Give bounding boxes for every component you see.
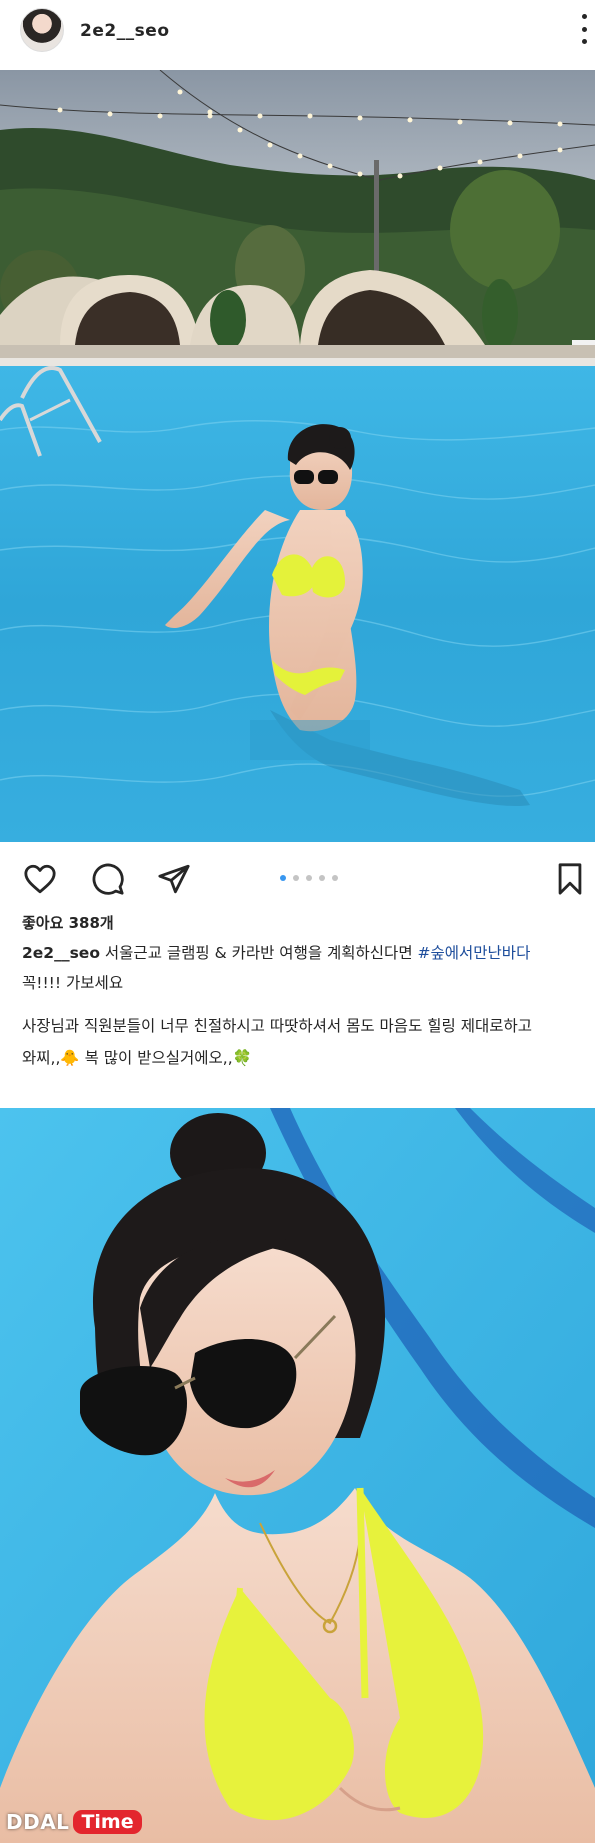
post-caption-body: 사장님과 직원분들이 너무 친절하시고 따땃하셔서 몸도 마음도 힐링 제대로하… bbox=[22, 1010, 592, 1074]
instagram-post-screenshot: 2e2__seo 좋아요 388개 2e2__seo 서울근교 글램핑 & 카라… bbox=[0, 0, 595, 1843]
carousel-dot bbox=[293, 875, 299, 881]
carousel-dot bbox=[332, 875, 338, 881]
carousel-dot bbox=[280, 875, 286, 881]
avatar[interactable] bbox=[20, 8, 64, 52]
username-link[interactable]: 2e2__seo bbox=[80, 21, 170, 41]
carousel-dots bbox=[280, 875, 338, 881]
watermark-brand-part2: Time bbox=[73, 1810, 142, 1834]
watermark-brand-part1: DDAL bbox=[6, 1810, 70, 1834]
carousel-dot bbox=[306, 875, 312, 881]
ddaltime-watermark-logo: DDAL Time bbox=[6, 1806, 142, 1838]
caption-body-line2: 와찌,,🐥 복 많이 받으실거에오,,🍀 bbox=[22, 1049, 252, 1067]
post-caption: 2e2__seo 서울근교 글램핑 & 카라반 여행을 계획하신다면 #숲에서만… bbox=[22, 938, 592, 998]
caption-text: 서울근교 글램핑 & 카라반 여행을 계획하신다면 bbox=[99, 944, 418, 962]
bookmark-outline-icon[interactable] bbox=[555, 862, 585, 896]
caption-hashtag[interactable]: #숲에서만난바다 bbox=[418, 944, 531, 962]
comment-bubble-icon[interactable] bbox=[90, 862, 126, 896]
post-header: 2e2__seo bbox=[0, 0, 595, 70]
paper-plane-icon[interactable] bbox=[156, 862, 192, 896]
likes-count[interactable]: 좋아요 388개 bbox=[22, 912, 114, 933]
post-photo-pool[interactable] bbox=[0, 70, 595, 842]
carousel-dot bbox=[319, 875, 325, 881]
more-vertical-icon[interactable] bbox=[576, 14, 592, 44]
post-action-bar bbox=[0, 842, 595, 908]
caption-line2: 꼭!!!! 가보세요 bbox=[22, 974, 124, 992]
post-photo-selfie[interactable] bbox=[0, 1108, 595, 1843]
caption-body-line1: 사장님과 직원분들이 너무 친절하시고 따땃하셔서 몸도 마음도 힐링 제대로하… bbox=[22, 1017, 532, 1035]
caption-username[interactable]: 2e2__seo bbox=[22, 944, 100, 962]
heart-outline-icon[interactable] bbox=[22, 862, 58, 896]
